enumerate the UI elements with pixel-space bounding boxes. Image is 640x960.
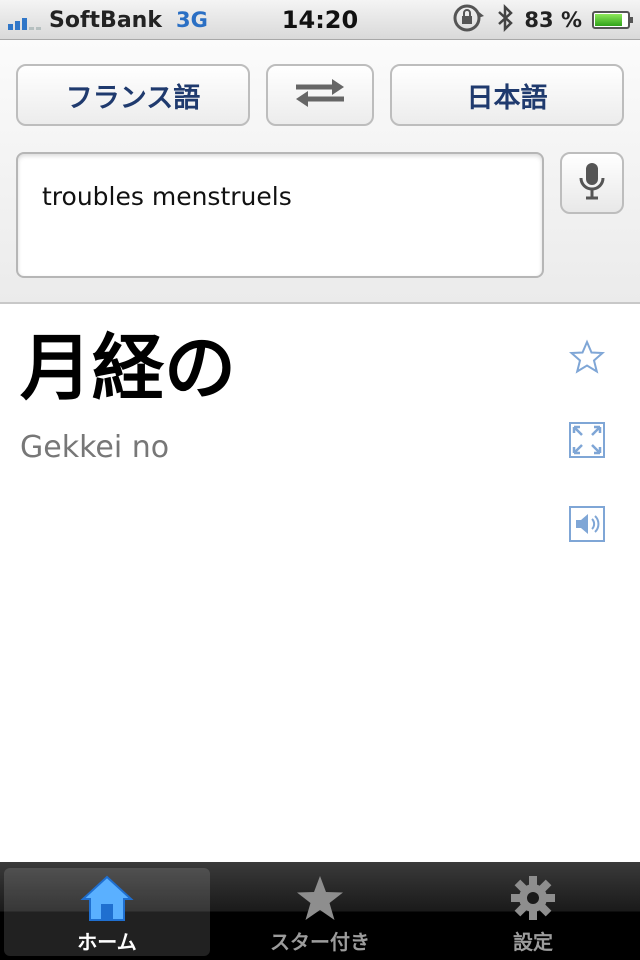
swap-languages-button[interactable] xyxy=(266,64,374,126)
target-language-button[interactable]: 日本語 xyxy=(390,64,624,126)
battery-icon xyxy=(592,11,633,29)
swap-arrows-icon xyxy=(292,77,348,114)
tab-settings[interactable]: 設定 xyxy=(430,868,636,956)
source-text-input[interactable]: troubles menstruels xyxy=(16,152,544,278)
speaker-icon[interactable] xyxy=(568,505,606,543)
transliteration: Gekkei no xyxy=(20,430,170,465)
voice-input-button[interactable] xyxy=(560,152,624,214)
tab-label: スター付き xyxy=(270,930,370,954)
tab-label: ホーム xyxy=(77,930,137,954)
translation-result: 月経の xyxy=(20,326,237,410)
fullscreen-icon[interactable] xyxy=(568,421,606,459)
tab-home[interactable]: ホーム xyxy=(4,868,210,956)
source-language-button[interactable]: フランス語 xyxy=(16,64,250,126)
tab-starred[interactable]: スター付き xyxy=(217,868,423,956)
status-right: 83 % xyxy=(452,3,633,37)
battery-level xyxy=(595,14,622,26)
translation-header: フランス語 日本語 troubles menstruels xyxy=(0,40,640,304)
battery-percent: 83 % xyxy=(524,8,582,32)
rotation-lock-icon xyxy=(452,3,486,37)
status-bar: SoftBank 3G 14:20 83 % xyxy=(0,0,640,40)
home-icon xyxy=(80,868,134,922)
microphone-icon xyxy=(577,161,607,205)
bluetooth-icon xyxy=(496,3,514,37)
tab-bar: ホーム スター付き 設定 xyxy=(0,862,640,960)
gear-icon xyxy=(509,868,557,922)
tab-label: 設定 xyxy=(513,930,553,954)
star-outline-icon[interactable] xyxy=(568,338,606,376)
star-icon xyxy=(295,868,345,922)
